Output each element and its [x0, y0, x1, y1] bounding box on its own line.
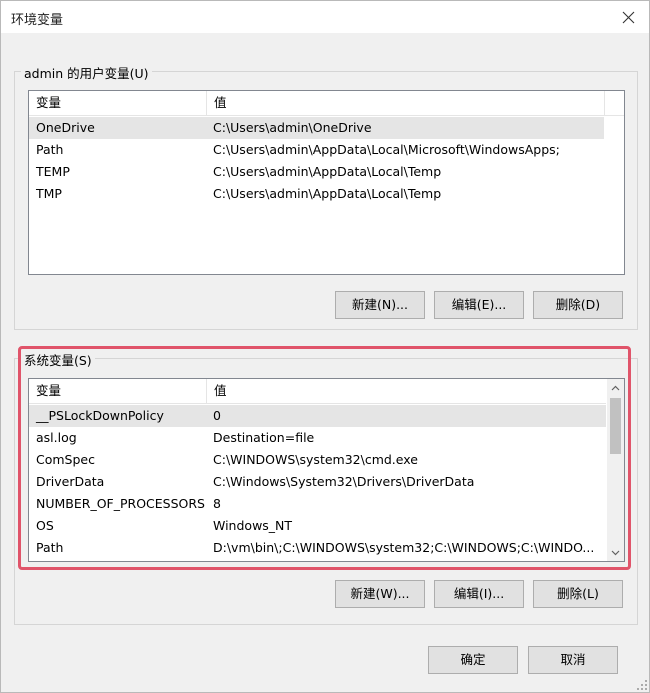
variable-value-cell: C:\Users\admin\AppData\Local\Temp [213, 164, 442, 179]
system-variables-highlight [18, 346, 631, 570]
variable-name-cell: OneDrive [36, 120, 95, 135]
variable-name-cell: TMP [36, 186, 62, 201]
ok-button[interactable]: 确定 [428, 646, 518, 674]
window-title: 环境变量 [11, 13, 64, 28]
user-header-variable[interactable]: 变量 [29, 91, 206, 115]
system-delete-button[interactable]: 删除(L) [533, 580, 623, 608]
user-new-button[interactable]: 新建(N)... [335, 291, 425, 319]
user-header-value[interactable]: 值 [207, 91, 604, 115]
user-variables-list[interactable]: 变量 值 OneDrive C:\Users\admin\OneDrive Path… [28, 90, 625, 275]
close-icon [622, 11, 634, 23]
table-row[interactable]: TEMP C:\Users\admin\AppData\Local\Temp [29, 161, 604, 183]
column-separator[interactable] [604, 91, 605, 115]
resize-grip-icon[interactable] [637, 680, 647, 690]
environment-variables-dialog: 环境变量 admin 的用户变量(U) 变量 值 OneDrive C:\User… [0, 0, 650, 693]
variable-value-cell: C:\Users\admin\AppData\Local\Temp [213, 186, 442, 201]
close-button[interactable] [613, 3, 643, 31]
user-list-header: 变量 值 [29, 91, 624, 116]
variable-value-cell: C:\Users\admin\OneDrive [213, 120, 372, 135]
table-row[interactable]: Path C:\Users\admin\AppData\Local\Microso… [29, 139, 604, 161]
table-row[interactable]: TMP C:\Users\admin\AppData\Local\Temp [29, 183, 604, 205]
table-row[interactable]: OneDrive C:\Users\admin\OneDrive [29, 117, 604, 139]
variable-name-cell: TEMP [36, 164, 70, 179]
user-delete-button[interactable]: 删除(D) [533, 291, 623, 319]
variable-name-cell: Path [36, 142, 64, 157]
user-variables-title: admin 的用户变量(U) [21, 63, 152, 82]
variable-value-cell: C:\Users\admin\AppData\Local\Microsoft\W… [213, 142, 560, 157]
title-bar: 环境变量 [1, 1, 649, 33]
system-edit-button[interactable]: 编辑(I)... [434, 580, 524, 608]
user-edit-button[interactable]: 编辑(E)... [434, 291, 524, 319]
system-new-button[interactable]: 新建(W)... [335, 580, 425, 608]
cancel-button[interactable]: 取消 [528, 646, 618, 674]
